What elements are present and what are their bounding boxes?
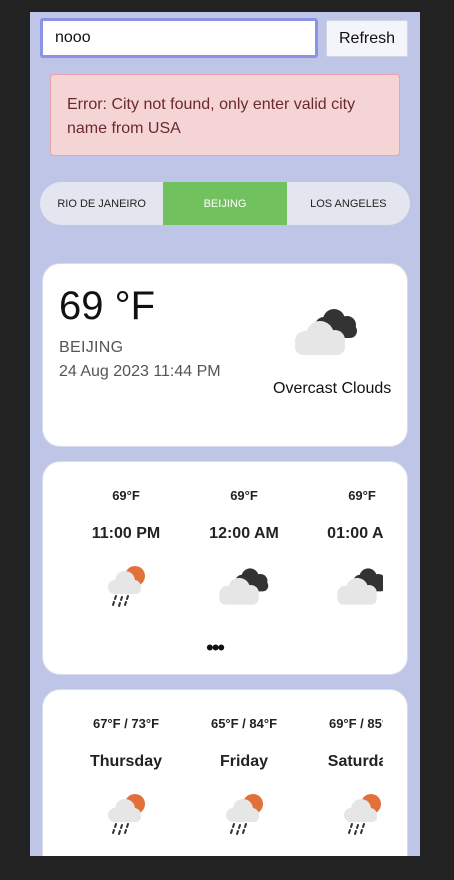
city-tab-label: BEIJING — [203, 197, 247, 210]
daily-item: 67°F / 73°F Thursday — [67, 690, 185, 850]
rain-sun-icon — [343, 793, 382, 835]
city-tab-los-angeles[interactable]: LOS ANGELES — [287, 182, 410, 225]
city-search-input[interactable] — [40, 18, 318, 58]
daily-day: Saturday — [327, 753, 383, 770]
city-tab-label: RIO DE JANEIRO — [57, 197, 146, 210]
daily-temp-range: 65°F / 84°F — [210, 716, 278, 731]
more-dots-icon[interactable]: ••• — [206, 637, 225, 659]
city-tab-beijing[interactable]: BEIJING — [163, 182, 287, 225]
overcast-clouds-icon — [219, 568, 269, 605]
hourly-time: 11:00 PM — [91, 525, 161, 542]
current-datetime: 24 Aug 2023 11:44 PM — [59, 363, 221, 380]
daily-item: 69°F / 85°F Saturday — [303, 690, 383, 850]
rain-sun-icon — [107, 565, 146, 607]
daily-temp-range: 69°F / 85°F — [328, 716, 383, 731]
error-message: Error: City not found, only enter valid … — [50, 74, 400, 156]
hourly-item: 69°F 12:00 AM — [185, 462, 303, 622]
hourly-item: 69°F 11:00 PM — [67, 462, 185, 622]
hourly-temp: 69°F — [230, 488, 258, 503]
hourly-time: 01:00 AM — [327, 525, 383, 542]
city-tab-label: LOS ANGELES — [310, 197, 387, 210]
hourly-forecast-strip[interactable]: 69°F 11:00 PM 69°F 12:00 AM 69°F 01:00 A… — [67, 462, 383, 622]
search-bar: Refresh — [40, 18, 408, 60]
daily-day: Friday — [219, 753, 268, 770]
daily-forecast-strip[interactable]: 67°F / 73°F Thursday 65°F / 84°F Friday … — [67, 690, 383, 850]
error-text: Error: City not found, only enter valid … — [67, 96, 356, 137]
hourly-forecast-card: 69°F 11:00 PM 69°F 12:00 AM 69°F 01:00 A… — [42, 461, 408, 675]
hourly-temp: 69°F — [112, 488, 140, 503]
hourly-item: 69°F 01:00 AM — [303, 462, 383, 622]
current-temperature: 69 °F — [59, 284, 156, 328]
city-tab-rio-de-janeiro[interactable]: RIO DE JANEIRO — [40, 182, 163, 225]
current-city: BEIJING — [59, 339, 124, 356]
current-weather-card: 69 °F BEIJING 24 Aug 2023 11:44 PM Overc… — [42, 263, 408, 447]
refresh-button[interactable]: Refresh — [326, 20, 408, 57]
hourly-time: 12:00 AM — [209, 525, 279, 542]
overcast-clouds-icon — [337, 568, 383, 605]
city-tabs: RIO DE JANEIRO BEIJING LOS ANGELES — [40, 182, 410, 225]
current-description: Overcast Clouds — [273, 380, 392, 397]
rain-sun-icon — [225, 793, 264, 835]
weather-app: Refresh Error: City not found, only ente… — [30, 12, 420, 856]
daily-day: Thursday — [89, 753, 162, 770]
daily-temp-range: 67°F / 73°F — [92, 716, 160, 731]
rain-sun-icon — [107, 793, 146, 835]
hourly-temp: 69°F — [348, 488, 376, 503]
daily-forecast-card: 67°F / 73°F Thursday 65°F / 84°F Friday … — [42, 689, 408, 856]
overcast-clouds-icon — [295, 309, 357, 355]
daily-item: 65°F / 84°F Friday — [185, 690, 303, 850]
